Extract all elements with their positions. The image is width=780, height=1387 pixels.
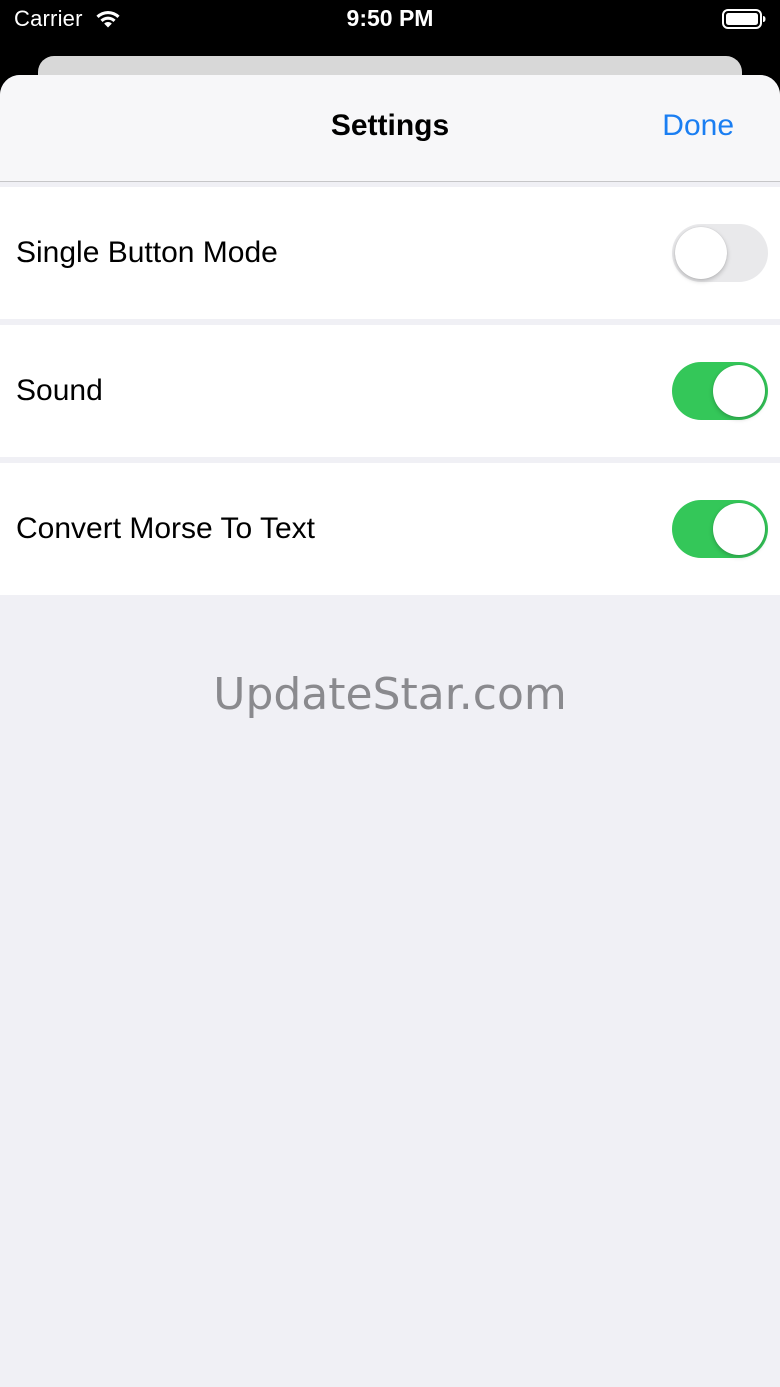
toggle-knob: [713, 365, 765, 417]
setting-label: Convert Morse To Text: [16, 512, 316, 545]
status-bar: Carrier 9:50 PM: [0, 0, 780, 40]
screen: Carrier 9:50 PM Settings Done Single But…: [0, 0, 780, 1387]
toggle-knob: [713, 503, 765, 555]
settings-sheet: Settings Done Single Button Mode Sound C…: [0, 75, 780, 1387]
settings-list: Single Button Mode Sound Convert Morse T…: [0, 187, 780, 595]
navigation-bar: Settings Done: [0, 75, 780, 182]
setting-row-single-button-mode: Single Button Mode: [0, 187, 780, 319]
toggle-knob: [675, 227, 727, 279]
done-button[interactable]: Done: [662, 109, 734, 143]
setting-row-convert-morse-to-text: Convert Morse To Text: [0, 463, 780, 595]
convert-morse-to-text-toggle[interactable]: [672, 500, 768, 558]
sound-toggle[interactable]: [672, 362, 768, 420]
single-button-mode-toggle[interactable]: [672, 224, 768, 282]
setting-label: Sound: [16, 374, 103, 407]
status-time: 9:50 PM: [346, 5, 434, 31]
battery-full-icon: [722, 9, 766, 29]
watermark-text: UpdateStar.com: [213, 669, 567, 720]
setting-label: Single Button Mode: [16, 236, 278, 269]
setting-row-sound: Sound: [0, 325, 780, 457]
